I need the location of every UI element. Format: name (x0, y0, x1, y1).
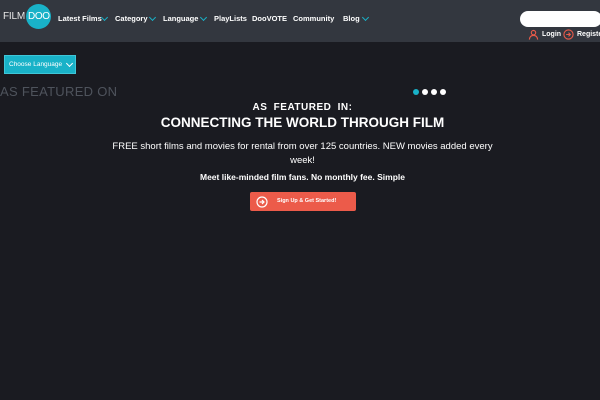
carousel-dot[interactable] (422, 89, 428, 95)
hero-subtitle: FREE short films and movies for rental f… (112, 141, 493, 166)
sign-up-button[interactable]: Sign Up & Get Started! (250, 192, 356, 211)
carousel-dot[interactable] (413, 89, 419, 95)
nav-item-category[interactable]: Category (115, 12, 148, 26)
search-input[interactable] (520, 11, 600, 27)
top-navigation-bar: FILM DOO Latest Films Category Language … (0, 0, 600, 42)
featured-on-heading: AS FEATURED ON (0, 84, 118, 99)
filmdoo-logo[interactable]: FILM DOO (3, 4, 51, 30)
nav-item-playlists[interactable]: PlayLists (214, 12, 247, 26)
chevron-down-icon (65, 59, 74, 68)
choose-language-label: Choose Language (9, 61, 63, 68)
register-link[interactable]: Registe (577, 30, 600, 40)
chevron-down-icon[interactable] (199, 13, 208, 22)
hero-eyebrow: AS FEATURED IN: (252, 102, 353, 113)
carousel-dot[interactable] (431, 89, 437, 95)
register-icon[interactable] (563, 29, 574, 40)
carousel-dot[interactable] (440, 89, 446, 95)
nav-item-language[interactable]: Language (163, 12, 198, 26)
login-link[interactable]: Login (542, 30, 561, 40)
nav-item-community[interactable]: Community (293, 12, 334, 26)
chevron-down-icon[interactable] (100, 13, 109, 22)
chevron-down-icon[interactable] (361, 13, 370, 22)
nav-item-doovote[interactable]: DooVOTE (252, 12, 287, 26)
nav-item-latest-films[interactable]: Latest Films (58, 12, 102, 26)
hero-headline: CONNECTING THE WORLD THROUGH FILM (160, 115, 445, 130)
logo-film-text: FILM (3, 11, 25, 22)
sign-up-label: Sign Up & Get Started! (277, 198, 337, 204)
hero-section: AS FEATURED IN: CONNECTING THE WORLD THR… (100, 102, 505, 183)
nav-item-blog[interactable]: Blog (343, 12, 360, 26)
chevron-down-icon[interactable] (148, 13, 157, 22)
arrow-circle-icon (256, 195, 268, 208)
logo-doo-text: DOO (28, 11, 50, 22)
hero-tagline: Meet like-minded film fans. No monthly f… (200, 172, 405, 182)
choose-language-button[interactable]: Choose Language (4, 55, 76, 74)
user-icon[interactable] (528, 29, 539, 40)
